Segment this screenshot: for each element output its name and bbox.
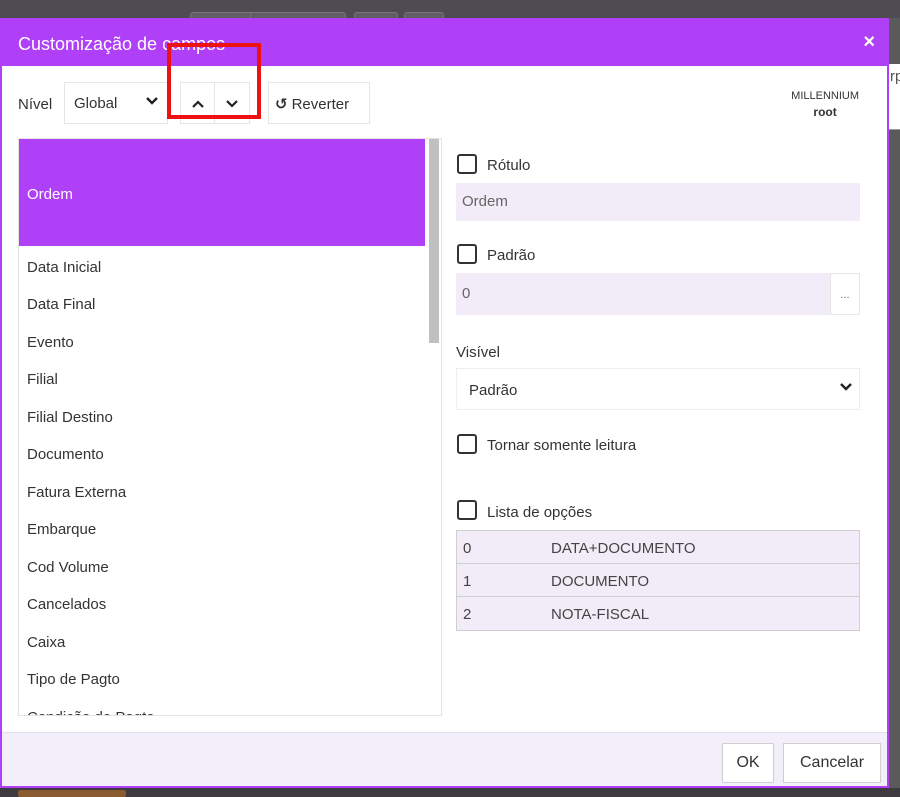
level-select-value: Global	[74, 95, 118, 112]
field-list-item[interactable]: Tipo de Pagto	[19, 659, 425, 696]
field-list-item[interactable]: Condição de Pagto	[19, 697, 425, 715]
option-value: DOCUMENTO	[551, 573, 650, 590]
label-field: Ordem	[456, 183, 860, 221]
field-list-item[interactable]: Embarque	[19, 509, 425, 546]
option-value: DATA+DOCUMENTO	[551, 540, 696, 557]
background-partial-text: rp	[890, 68, 900, 85]
dialog-footer: OK Cancelar	[2, 732, 887, 786]
user-name: root	[813, 105, 837, 119]
option-key: 1	[463, 573, 472, 590]
field-list-item[interactable]: Cancelados	[19, 584, 425, 621]
background-status-bar	[0, 788, 900, 797]
default-checkbox-label: Padrão	[487, 247, 536, 264]
table-row[interactable]: 0 DATA+DOCUMENTO	[457, 531, 859, 564]
field-list-item[interactable]: Filial Destino	[19, 397, 425, 434]
annotation-highlight-box	[167, 43, 261, 119]
table-row[interactable]: 1 DOCUMENTO	[457, 564, 859, 597]
readonly-checkbox-label: Tornar somente leitura	[487, 437, 637, 454]
undo-icon: ↺	[275, 96, 288, 113]
dialog-toolbar: Nível Global ↺ Reverter MILLENNIUM root	[2, 66, 887, 136]
label-checkbox[interactable]	[457, 154, 477, 174]
cancel-button[interactable]: Cancelar	[783, 743, 881, 783]
field-list-item[interactable]: Data Final	[19, 284, 425, 321]
default-checkbox[interactable]	[457, 244, 477, 264]
field-list-item[interactable]: Fatura Externa	[19, 472, 425, 509]
background-panel-edge: rp	[889, 64, 900, 130]
options-checkbox-label: Lista de opções	[487, 504, 593, 521]
level-label: Nível	[18, 96, 53, 113]
revert-label: Reverter	[291, 96, 350, 113]
system-name: MILLENNIUM	[791, 90, 859, 102]
options-table: 0 DATA+DOCUMENTO 1 DOCUMENTO 2 NOTA-FISC…	[456, 530, 860, 631]
default-field: 0 ...	[456, 273, 860, 315]
field-list-item[interactable]: Data Inicial	[19, 247, 425, 284]
dialog-titlebar: Customização de campos ×	[2, 20, 887, 66]
field-list: Ordem Data Inicial Data Final Evento Fil…	[18, 138, 442, 716]
visible-label: Visível	[456, 344, 500, 361]
chevron-down-icon	[839, 380, 853, 397]
ok-button[interactable]: OK	[722, 743, 774, 783]
field-list-item[interactable]: Cod Volume	[19, 547, 425, 584]
label-checkbox-label: Rótulo	[487, 157, 531, 174]
option-value: NOTA-FISCAL	[551, 606, 650, 623]
user-info: MILLENNIUM root	[791, 88, 859, 120]
field-list-item[interactable]: Documento	[19, 434, 425, 471]
readonly-checkbox[interactable]	[457, 434, 477, 454]
visible-select-value: Padrão	[469, 382, 518, 399]
default-more-button[interactable]: ...	[830, 273, 860, 315]
field-list-item[interactable]: Caixa	[19, 622, 425, 659]
scrollbar-thumb[interactable]	[429, 139, 439, 343]
default-field-value: 0	[462, 285, 471, 302]
field-list-item[interactable]: Filial	[19, 359, 425, 396]
options-checkbox[interactable]	[457, 500, 477, 520]
close-icon[interactable]: ×	[863, 32, 875, 52]
field-list-item[interactable]: Evento	[19, 322, 425, 359]
chevron-down-icon	[145, 94, 159, 111]
option-key: 2	[463, 606, 472, 623]
field-customization-dialog: Customização de campos × Nível Global ↺ R…	[0, 18, 889, 788]
field-list-scrollbar[interactable]	[427, 139, 441, 715]
visible-select[interactable]: Padrão	[456, 368, 860, 410]
level-select[interactable]: Global	[64, 82, 168, 124]
background-button	[18, 790, 126, 797]
revert-button[interactable]: ↺ Reverter	[268, 82, 370, 124]
field-list-item-selected[interactable]: Ordem	[19, 139, 425, 246]
table-row[interactable]: 2 NOTA-FISCAL	[457, 597, 859, 630]
background-app-bar	[0, 0, 900, 20]
option-key: 0	[463, 540, 472, 557]
